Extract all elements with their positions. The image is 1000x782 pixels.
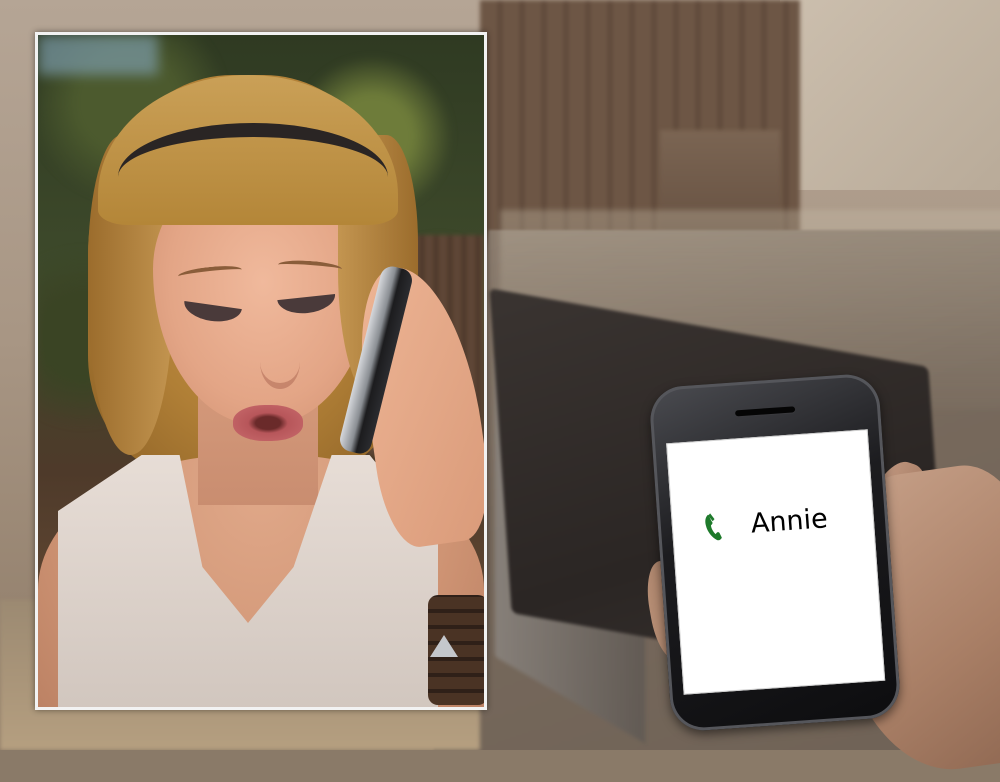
- incoming-call-row[interactable]: Annie: [702, 503, 829, 543]
- phone-screen: Annie: [666, 429, 886, 695]
- caller-nose: [260, 335, 300, 389]
- bracelet-stud: [430, 635, 458, 657]
- caller-portrait-frame: [35, 32, 487, 710]
- portrait-sky: [38, 35, 158, 75]
- caller-mouth: [233, 405, 303, 441]
- caller-name: Annie: [749, 503, 829, 540]
- player-smartphone: Annie: [648, 372, 902, 733]
- room-wall-corner: [780, 0, 1000, 190]
- phone-handset-icon: [705, 512, 722, 540]
- phone-speaker-grille: [734, 406, 796, 417]
